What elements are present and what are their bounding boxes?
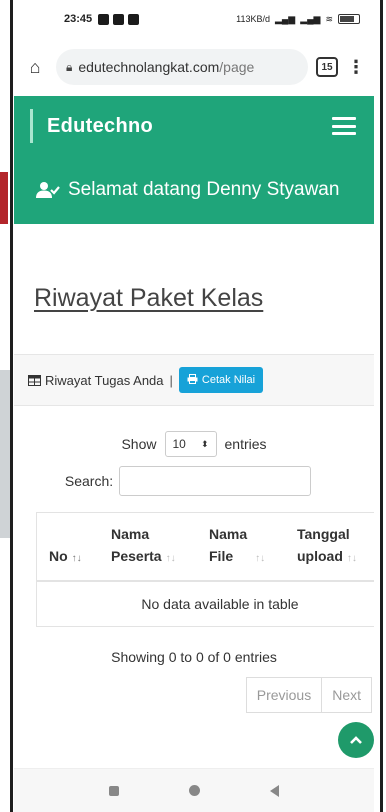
search-input[interactable] bbox=[119, 466, 312, 496]
table-info: Showing 0 to 0 of 0 entries bbox=[111, 649, 277, 665]
lock-icon: 🔒︎ bbox=[66, 59, 73, 74]
entries-label: entries bbox=[224, 436, 267, 452]
chevron-up-icon bbox=[350, 736, 362, 744]
url-path: /page bbox=[219, 59, 255, 75]
photo-frame-right bbox=[374, 0, 386, 812]
status-time: 23:45 bbox=[64, 13, 93, 25]
page-title: Riwayat Paket Kelas bbox=[34, 284, 264, 312]
table-scroll-area[interactable]: No ↑↓ Nama Peserta ↑↓ Nama File ↑↓ Tanggal upl… bbox=[36, 512, 374, 627]
notification-icon bbox=[98, 13, 110, 25]
photo-frame-left bbox=[0, 0, 14, 812]
table-search: Search: bbox=[14, 466, 374, 496]
column-header-nama-peserta[interactable]: Nama Peserta ↑↓ bbox=[99, 512, 197, 582]
url-domain: edutechnolangkat.com bbox=[78, 59, 220, 75]
user-check-icon bbox=[36, 181, 60, 199]
entries-length-control: Show 10 ⬍ entries bbox=[14, 430, 374, 458]
signal-icon: ▂▄▆ bbox=[300, 13, 321, 24]
column-header-nama-file[interactable]: Nama File ↑↓ bbox=[197, 512, 285, 582]
select-arrows-icon: ⬍ bbox=[200, 438, 209, 449]
site-header: Edutechno Selamat datang Denny Styawan bbox=[14, 96, 374, 224]
site-brand[interactable]: Edutechno bbox=[47, 115, 153, 138]
table-row: No data available in table bbox=[37, 581, 374, 627]
signal-icon: ▂▄▆ bbox=[274, 13, 296, 24]
phone-screen: 23:45 113KB/d ▂▄▆ ▂▄▆ ≋ ⌂ 🔒︎ edutechnola… bbox=[14, 0, 374, 812]
brand-accent-bar bbox=[30, 109, 33, 143]
url-bar[interactable]: 🔒︎ edutechnolangkat.com/page bbox=[56, 49, 308, 85]
home-nav-icon[interactable] bbox=[189, 785, 200, 796]
table-icon bbox=[28, 374, 41, 386]
hamburger-menu-icon[interactable] bbox=[332, 117, 356, 135]
home-icon[interactable]: ⌂ bbox=[22, 54, 48, 80]
print-icon bbox=[187, 373, 198, 387]
browser-menu-icon[interactable]: ⋮ bbox=[346, 57, 366, 78]
print-button-label: Cetak Nilai bbox=[201, 374, 256, 386]
separator: | bbox=[169, 372, 173, 388]
print-grades-button[interactable]: Cetak Nilai bbox=[178, 367, 264, 393]
card-heading: Riwayat Tugas Anda bbox=[45, 372, 164, 388]
network-speed: 113KB/d bbox=[236, 14, 270, 24]
pagination: Previous Next bbox=[14, 677, 374, 713]
sort-icon: ↑↓ bbox=[346, 553, 357, 564]
previous-page-button[interactable]: Previous bbox=[245, 677, 323, 713]
notification-icon bbox=[128, 13, 140, 25]
browser-toolbar: ⌂ 🔒︎ edutechnolangkat.com/page 15 ⋮ bbox=[14, 38, 374, 96]
empty-table-message: No data available in table bbox=[37, 581, 374, 627]
battery-icon bbox=[338, 14, 360, 24]
show-label: Show bbox=[121, 436, 157, 452]
column-header-no[interactable]: No ↑↓ bbox=[37, 512, 99, 582]
notification-icon bbox=[113, 13, 125, 25]
card-header: Riwayat Tugas Anda | Cetak Nilai bbox=[14, 354, 374, 406]
welcome-row: Selamat datang Denny Styawan bbox=[14, 156, 374, 224]
status-right: 113KB/d ▂▄▆ ▂▄▆ ≋ bbox=[236, 14, 360, 25]
tasks-table: No ↑↓ Nama Peserta ↑↓ Nama File ↑↓ Tanggal upl… bbox=[37, 512, 374, 627]
scroll-to-top-button[interactable] bbox=[338, 722, 374, 758]
wifi-icon: ≋ bbox=[325, 13, 333, 24]
column-header-tanggal-upload[interactable]: Tanggal upload ↑↓ bbox=[285, 512, 374, 582]
entries-select-value: 10 bbox=[172, 437, 186, 451]
sort-icon: ↑↓ bbox=[255, 553, 266, 564]
next-page-button[interactable]: Next bbox=[322, 677, 372, 713]
table-header-row: No ↑↓ Nama Peserta ↑↓ Nama File ↑↓ Tanggal upl… bbox=[37, 512, 374, 582]
status-bar: 23:45 113KB/d ▂▄▆ ▂▄▆ ≋ bbox=[14, 0, 374, 38]
welcome-text: Selamat datang Denny Styawan bbox=[68, 179, 340, 200]
recent-apps-icon[interactable] bbox=[109, 785, 119, 796]
back-nav-icon[interactable] bbox=[270, 784, 279, 797]
android-nav-bar bbox=[14, 768, 374, 812]
sort-icon: ↑↓ bbox=[165, 553, 176, 564]
tab-switcher-button[interactable]: 15 bbox=[316, 57, 338, 77]
sort-icon: ↑↓ bbox=[71, 553, 82, 564]
entries-select[interactable]: 10 ⬍ bbox=[164, 431, 217, 457]
search-label: Search: bbox=[64, 473, 114, 489]
